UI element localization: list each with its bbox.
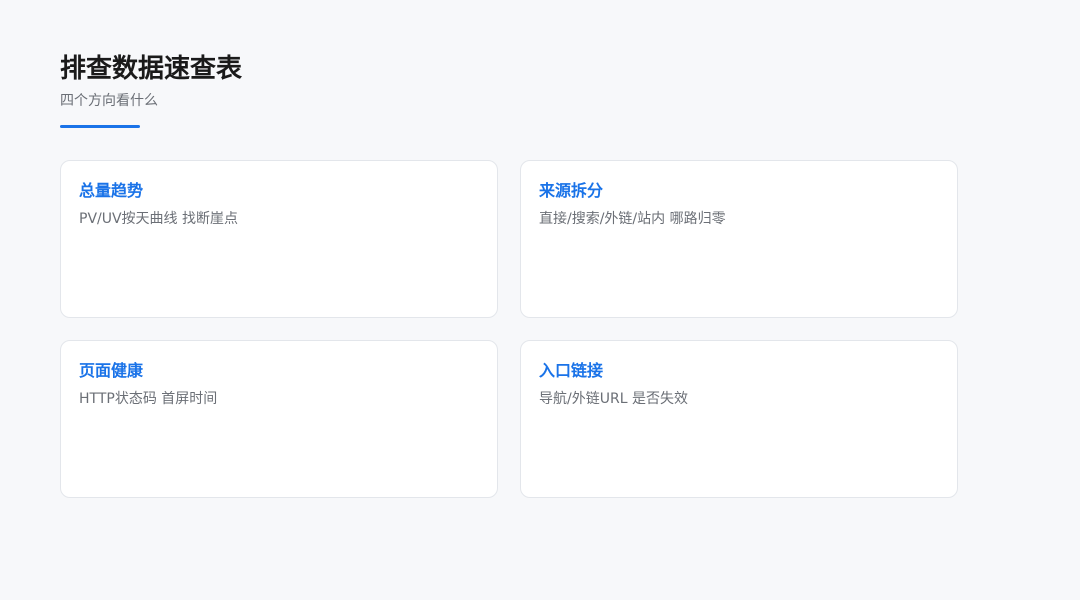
card-description: 直接/搜索/外链/站内 哪路归零 xyxy=(539,211,726,227)
title-accent-bar xyxy=(60,125,140,128)
card-source-split: 来源拆分 直接/搜索/外链/站内 哪路归零 xyxy=(520,160,958,318)
card-description: HTTP状态码 首屏时间 xyxy=(79,391,218,407)
card-description: 导航/外链URL 是否失效 xyxy=(539,391,688,407)
card-title: 总量趋势 xyxy=(79,181,144,200)
card-title: 来源拆分 xyxy=(539,181,604,200)
card-title: 页面健康 xyxy=(79,361,144,380)
card-total-trend: 总量趋势 PV/UV按天曲线 找断崖点 xyxy=(60,160,498,318)
page-title: 排查数据速查表 xyxy=(60,54,243,84)
card-description: PV/UV按天曲线 找断崖点 xyxy=(79,211,239,227)
card-page-health: 页面健康 HTTP状态码 首屏时间 xyxy=(60,340,498,498)
page-subtitle: 四个方向看什么 xyxy=(60,93,158,109)
card-title: 入口链接 xyxy=(539,361,604,380)
card-entry-links: 入口链接 导航/外链URL 是否失效 xyxy=(520,340,958,498)
